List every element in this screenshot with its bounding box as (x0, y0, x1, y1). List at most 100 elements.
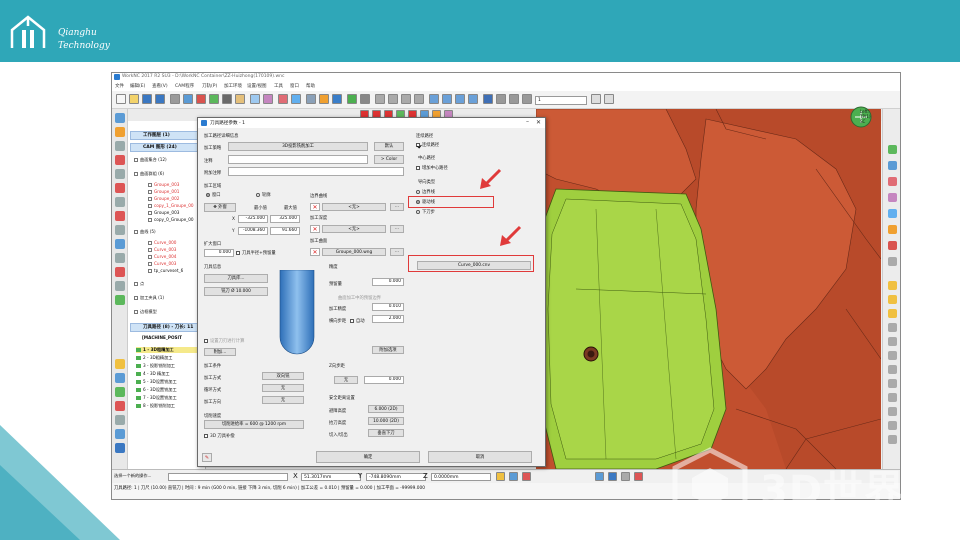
zoom-out-icon[interactable] (401, 94, 411, 104)
ok-button[interactable]: 确定 (316, 451, 420, 463)
snap-grid-icon[interactable] (888, 351, 897, 360)
boundary-select[interactable]: <无> (322, 203, 386, 211)
x-max-field[interactable]: 325.000 (270, 215, 300, 223)
compute-icon[interactable] (209, 94, 219, 104)
menu-edit[interactable]: 编辑(E) (130, 83, 145, 89)
tree-item[interactable]: Groupe_003 (148, 182, 179, 188)
outer-window-button[interactable]: ✥ 外窗 (204, 203, 236, 212)
toolpath-item-selected[interactable]: 1 - 3D粗精加工 (136, 347, 204, 353)
depth-more-button[interactable]: ... (390, 225, 404, 233)
expand-checkbox[interactable]: 刀具半径+预留量 (236, 250, 276, 256)
clear-surface-icon[interactable]: ✕ (310, 248, 320, 256)
menu-window[interactable]: 窗口 (290, 83, 299, 89)
layer-icon[interactable] (332, 94, 342, 104)
menu-cam[interactable]: CAM程序 (175, 83, 194, 89)
snap-quad-icon[interactable] (888, 421, 897, 430)
tree-item[interactable]: Curve_004 (148, 254, 176, 260)
tree-item[interactable]: 边框模型 (134, 309, 157, 315)
view-side-icon[interactable] (455, 94, 465, 104)
camera-icon[interactable] (888, 257, 897, 266)
center-path-checkbox[interactable]: 增加中心路径 (416, 165, 448, 171)
open-folder-icon[interactable] (129, 94, 139, 104)
surface-more-button[interactable]: ... (390, 248, 404, 256)
toolpath-item[interactable]: 7 - 3D设置铣加工 (136, 395, 177, 401)
advanced-options-button[interactable]: 附加选项 (372, 346, 404, 354)
snap-tangent-icon[interactable] (888, 379, 897, 388)
ortho-icon[interactable] (621, 472, 630, 481)
snap-point-icon[interactable] (888, 281, 897, 290)
radio-window[interactable]: 窗口 (206, 192, 221, 198)
snap-toggle-icon[interactable] (496, 472, 505, 481)
surface-select[interactable]: Groupe_000.wng (322, 248, 386, 256)
snap-normal-icon[interactable] (888, 393, 897, 402)
attach-note-checkbox[interactable]: 设置刀刃进行计算 (204, 338, 244, 344)
tree-head-layers[interactable]: 工作图层 (1) (130, 131, 204, 140)
layer-tree-icon[interactable] (115, 113, 125, 123)
probe-icon[interactable] (115, 415, 125, 425)
y-coordinate-field[interactable]: -748.8090mm (366, 473, 426, 481)
depth-select[interactable]: <无> (322, 225, 386, 233)
y-min-field[interactable]: -1008.360 (238, 227, 268, 235)
transparency-icon[interactable] (888, 209, 897, 218)
new-file-icon[interactable] (116, 94, 126, 104)
drill-icon[interactable] (115, 373, 125, 383)
hidden-line-icon[interactable] (888, 193, 897, 202)
default-button[interactable]: 默认 (374, 142, 404, 151)
view-top-icon[interactable] (429, 94, 439, 104)
menu-file[interactable]: 文件 (115, 83, 124, 89)
filter-icon[interactable] (496, 94, 506, 104)
units-icon[interactable] (595, 472, 604, 481)
cut-mode-button[interactable]: 无 (262, 384, 304, 392)
guide-radio-step[interactable]: 下刀步 (416, 209, 435, 215)
boundary-more-button[interactable]: ... (390, 203, 404, 211)
surface-icon[interactable] (115, 141, 125, 151)
tree-head-toolpaths[interactable]: 刀具路径 (8) - 刀长: 11 (130, 323, 204, 332)
cam-icon[interactable] (115, 127, 125, 137)
attach-button[interactable]: 附加... (204, 348, 236, 356)
tree-item[interactable]: copy_0_Groupe_00 (148, 217, 194, 223)
3d-compensation-checkbox[interactable]: 3D 刀具补偿 (204, 433, 235, 439)
continuous-path-checkbox[interactable]: 连续路径 (416, 142, 439, 148)
zstep-button[interactable]: 无 (334, 376, 358, 384)
machine-icon[interactable] (115, 253, 125, 263)
tree-item[interactable]: 点 (134, 281, 144, 287)
stock-icon[interactable] (115, 197, 125, 207)
report-icon[interactable] (115, 281, 125, 291)
zoom-fit-icon[interactable] (375, 94, 385, 104)
chart-icon[interactable] (263, 94, 273, 104)
light-icon[interactable] (888, 225, 897, 234)
wireframe-icon[interactable] (888, 177, 897, 186)
snap-axis-icon[interactable] (888, 365, 897, 374)
tree-head-cam[interactable]: CAM 图形 (24) (130, 143, 204, 152)
tree-item-machine-position[interactable]: [MACHINE_POSIT (142, 335, 182, 341)
help-icon[interactable]: ✎ (202, 453, 212, 462)
shade-icon[interactable] (291, 94, 301, 104)
zstep-field[interactable]: 0.000 (364, 376, 404, 384)
clear-depth-icon[interactable]: ✕ (310, 225, 320, 233)
color-button[interactable]: > Color (374, 155, 404, 164)
fixture-icon[interactable] (115, 183, 125, 193)
z-coordinate-field[interactable]: 0.0000mm (431, 473, 491, 481)
3d-viewport[interactable] (536, 109, 881, 469)
radio-contour[interactable]: 轮廓 (256, 192, 271, 198)
tree-item[interactable]: Curve_000 (148, 240, 176, 246)
tree-item[interactable]: Groupe_003 (148, 210, 179, 216)
toolpath-item[interactable]: 6 - 3D设置铣加工 (136, 387, 177, 393)
tree-item[interactable]: Curve_003 (148, 261, 176, 267)
close-icon[interactable]: ✕ (536, 119, 541, 126)
operation-select[interactable] (168, 473, 288, 481)
snap-clear-icon[interactable] (522, 472, 531, 481)
strategy-select[interactable]: 3D投影铣削加工 (228, 142, 368, 151)
y-max-field[interactable]: 91.660 (270, 227, 300, 235)
x-min-field[interactable]: -325.000 (238, 215, 268, 223)
view-icon[interactable] (319, 94, 329, 104)
extra-comment-input[interactable] (228, 167, 404, 176)
toolpath-item[interactable]: 2 - 3D粗精加工 (136, 355, 172, 361)
cancel-button[interactable]: 取消 (428, 451, 532, 463)
menu-help[interactable]: 帮助 (306, 83, 315, 89)
curve-icon[interactable] (115, 155, 125, 165)
tree-item[interactable]: 加工夹具 (1) (134, 295, 164, 301)
safe-plane-button[interactable]: 6.000 (2D) (368, 405, 404, 413)
x-coordinate-field[interactable]: 51.3017mm (301, 473, 361, 481)
snap-face-icon[interactable] (888, 309, 897, 318)
